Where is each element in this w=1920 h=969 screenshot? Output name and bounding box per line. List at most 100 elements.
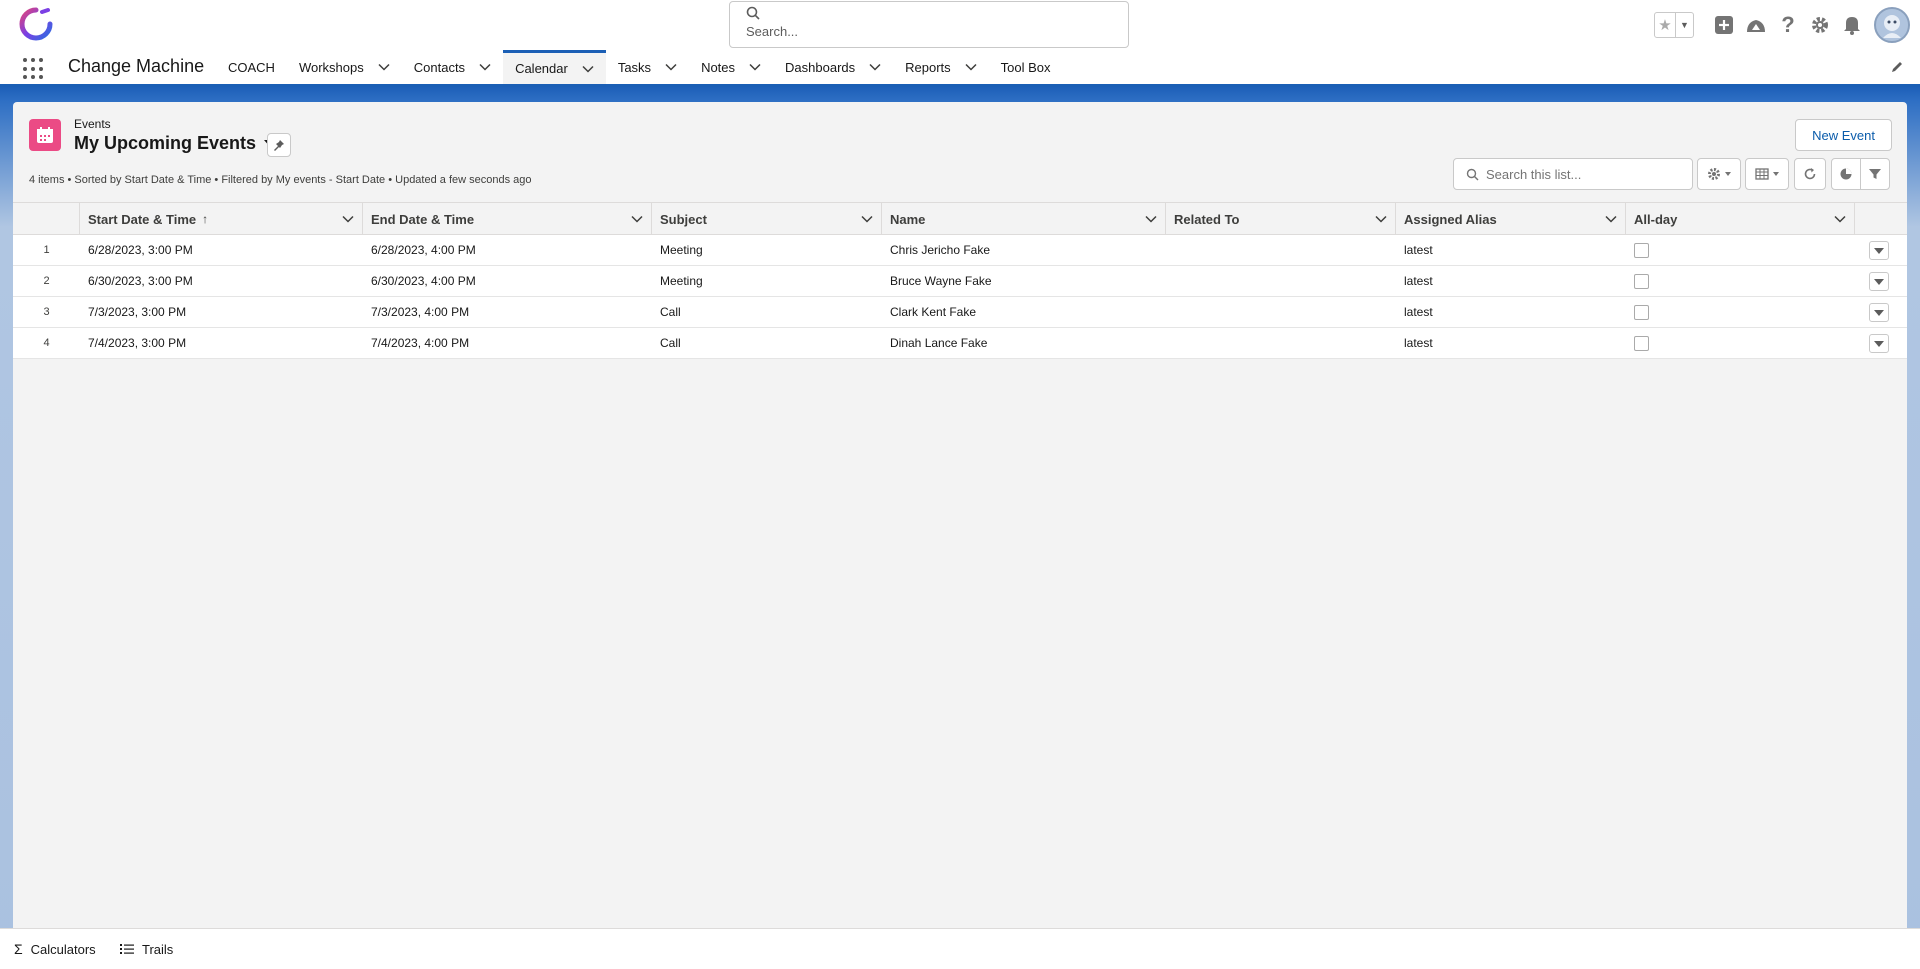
cell-name[interactable]: Dinah Lance Fake xyxy=(882,328,1166,358)
chevron-down-icon[interactable] xyxy=(965,61,977,73)
column-header-start-date-time[interactable]: Start Date & Time ↑ xyxy=(80,203,363,235)
cell-end: 7/3/2023, 4:00 PM xyxy=(371,305,470,319)
row-number: 1 xyxy=(43,244,50,256)
row-number: 4 xyxy=(43,337,50,349)
cell-related[interactable] xyxy=(1166,297,1396,327)
nav-item-dashboards[interactable]: Dashboards xyxy=(773,50,893,84)
chevron-down-icon[interactable] xyxy=(378,61,390,73)
refresh-button[interactable] xyxy=(1794,158,1826,190)
column-header-name[interactable]: Name xyxy=(882,203,1166,235)
list-controls-button[interactable] xyxy=(1697,158,1741,190)
row-number-header xyxy=(13,203,80,235)
row-actions-button[interactable] xyxy=(1869,334,1889,353)
app-launcher-icon[interactable] xyxy=(23,58,45,80)
help-icon[interactable]: ? xyxy=(1772,10,1804,40)
column-header-label: Related To xyxy=(1174,211,1240,227)
setup-gear-icon[interactable] xyxy=(1804,10,1836,40)
chevron-down-icon[interactable] xyxy=(869,61,881,73)
list-icon xyxy=(120,944,134,954)
column-menu-chevron-icon[interactable] xyxy=(1375,213,1387,225)
column-header-label: Subject xyxy=(660,211,707,227)
list-search-input[interactable] xyxy=(1486,167,1686,182)
chevron-down-icon xyxy=(1725,172,1731,176)
cell-related[interactable] xyxy=(1166,235,1396,265)
cell-alias: latest xyxy=(1404,243,1433,257)
utility-item-calculators[interactable]: Σ Calculators xyxy=(14,929,96,969)
nav-item-tasks[interactable]: Tasks xyxy=(606,50,689,84)
nav-item-coach[interactable]: COACH xyxy=(216,50,287,84)
cell-name[interactable]: Bruce Wayne Fake xyxy=(882,266,1166,296)
column-header-end-date-time[interactable]: End Date & Time xyxy=(363,203,652,235)
global-search[interactable] xyxy=(729,1,1129,48)
charts-button[interactable] xyxy=(1831,158,1861,190)
global-add-icon[interactable] xyxy=(1708,10,1740,40)
cell-subject: Call xyxy=(660,305,681,319)
column-header-assigned-alias[interactable]: Assigned Alias xyxy=(1396,203,1626,235)
column-menu-chevron-icon[interactable] xyxy=(342,213,354,225)
nav-item-label: Contacts xyxy=(413,59,466,75)
chevron-down-icon[interactable] xyxy=(749,61,761,73)
favorites-star-icon[interactable]: ★ xyxy=(1655,13,1675,37)
edit-nav-pencil-icon[interactable] xyxy=(1890,60,1904,74)
nav-item-calendar[interactable]: Calendar xyxy=(503,50,606,84)
filter-icon xyxy=(1869,169,1881,179)
all-day-checkbox[interactable] xyxy=(1634,273,1649,289)
list-view-selector[interactable]: My Upcoming Events xyxy=(74,133,279,154)
table-icon xyxy=(1755,168,1769,180)
list-search[interactable] xyxy=(1453,158,1693,190)
chevron-down-icon[interactable] xyxy=(665,61,677,73)
chevron-down-icon[interactable] xyxy=(479,61,491,73)
nav-item-workshops[interactable]: Workshops xyxy=(287,50,402,84)
trailhead-icon[interactable] xyxy=(1740,10,1772,40)
table-row[interactable]: 4 7/4/2023, 3:00 PM 7/4/2023, 4:00 PM Call D… xyxy=(13,328,1907,359)
list-view-header: Events My Upcoming Events 4 items • Sort… xyxy=(13,102,1907,202)
column-header-label: Start Date & Time xyxy=(88,211,197,227)
cell-start: 7/4/2023, 3:00 PM xyxy=(88,336,187,350)
table-header: Start Date & Time ↑ End Date & Time Subject… xyxy=(13,202,1907,235)
cell-name[interactable]: Clark Kent Fake xyxy=(882,297,1166,327)
display-as-button[interactable] xyxy=(1745,158,1789,190)
all-day-checkbox[interactable] xyxy=(1634,242,1649,258)
notifications-bell-icon[interactable] xyxy=(1836,10,1868,40)
new-event-button[interactable]: New Event xyxy=(1795,119,1892,151)
row-actions-button[interactable] xyxy=(1869,272,1889,291)
table-row[interactable]: 3 7/3/2023, 3:00 PM 7/3/2023, 4:00 PM Call C… xyxy=(13,297,1907,328)
row-actions-button[interactable] xyxy=(1869,241,1889,260)
chevron-down-icon xyxy=(1874,340,1884,347)
chevron-down-icon[interactable] xyxy=(582,63,594,75)
nav-item-reports[interactable]: Reports xyxy=(893,50,989,84)
column-menu-chevron-icon[interactable] xyxy=(1145,213,1157,225)
nav-item-notes[interactable]: Notes xyxy=(689,50,773,84)
cell-all-day xyxy=(1626,266,1855,296)
column-menu-chevron-icon[interactable] xyxy=(631,213,643,225)
nav-item-label: Notes xyxy=(701,59,736,75)
filters-button[interactable] xyxy=(1860,158,1890,190)
all-day-checkbox[interactable] xyxy=(1634,304,1649,320)
search-icon xyxy=(746,6,760,20)
row-actions-button[interactable] xyxy=(1869,303,1889,322)
column-menu-chevron-icon[interactable] xyxy=(861,213,873,225)
cell-subject: Meeting xyxy=(660,243,703,257)
cell-related[interactable] xyxy=(1166,328,1396,358)
cell-related[interactable] xyxy=(1166,266,1396,296)
column-header-subject[interactable]: Subject xyxy=(652,203,882,235)
list-info-text: 4 items • Sorted by Start Date & Time • … xyxy=(29,174,532,186)
utility-item-trails[interactable]: Trails xyxy=(120,929,173,969)
cell-all-day xyxy=(1626,328,1855,358)
table-row[interactable]: 1 6/28/2023, 3:00 PM 6/28/2023, 4:00 PM Mee… xyxy=(13,235,1907,266)
all-day-checkbox[interactable] xyxy=(1634,335,1649,351)
favorites-dropdown-icon[interactable]: ▼ xyxy=(1675,13,1693,37)
user-avatar[interactable] xyxy=(1874,7,1910,43)
nav-item-contacts[interactable]: Contacts xyxy=(402,50,503,84)
column-menu-chevron-icon[interactable] xyxy=(1834,213,1846,225)
column-menu-chevron-icon[interactable] xyxy=(1605,213,1617,225)
column-header-all-day[interactable]: All-day xyxy=(1626,203,1855,235)
table-row[interactable]: 2 6/30/2023, 3:00 PM 6/30/2023, 4:00 PM Mee… xyxy=(13,266,1907,297)
app-logo[interactable] xyxy=(18,6,54,42)
cell-subject: Call xyxy=(660,336,681,350)
pin-list-button[interactable] xyxy=(267,133,291,157)
cell-name[interactable]: Chris Jericho Fake xyxy=(882,235,1166,265)
global-search-input[interactable] xyxy=(746,24,1106,39)
column-header-related-to[interactable]: Related To xyxy=(1166,203,1396,235)
nav-item-tool-box[interactable]: Tool Box xyxy=(989,50,1063,84)
